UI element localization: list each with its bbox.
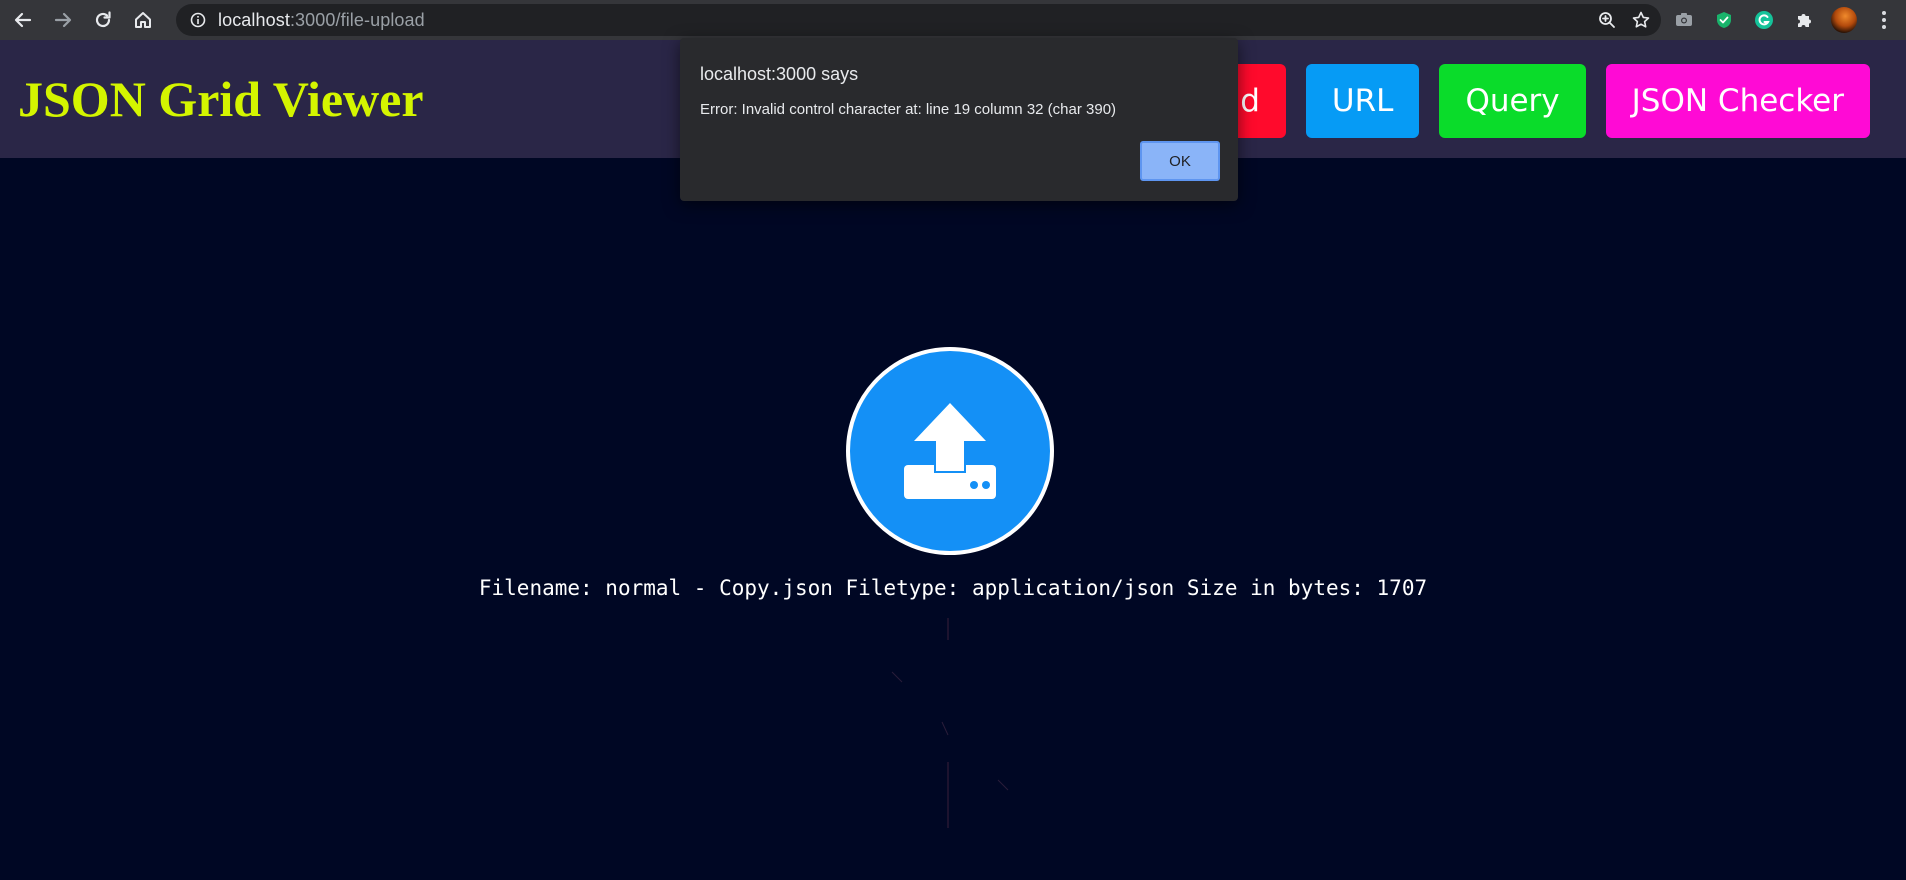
bookmark-star-icon[interactable] (1631, 10, 1651, 30)
zoom-icon[interactable] (1597, 10, 1617, 30)
profile-avatar (1831, 7, 1857, 33)
app-title: JSON Grid Viewer (18, 71, 424, 127)
reload-icon (95, 11, 111, 28)
browser-toolbar: localhost:3000/file-upload (0, 0, 1906, 40)
url-host: localhost (218, 9, 290, 30)
url-path: :3000/file-upload (289, 9, 425, 30)
shield-extension-icon[interactable] (1710, 6, 1738, 34)
menu-kebab-icon[interactable] (1870, 6, 1898, 34)
upload-button[interactable] (846, 347, 1054, 555)
camera-extension-icon[interactable] (1670, 6, 1698, 34)
dialog-title: localhost:3000 says (700, 64, 859, 84)
upload-tray-icon (904, 403, 996, 499)
alert-dialog: localhost:3000 says Error: Invalid contr… (680, 38, 1238, 201)
grammarly-extension-icon[interactable] (1750, 6, 1778, 34)
dialog-message: Error: Invalid control character at: lin… (700, 101, 1117, 118)
reload-button[interactable] (86, 3, 120, 37)
home-button[interactable] (126, 3, 160, 37)
site-info-icon[interactable] (188, 10, 208, 30)
forward-icon (54, 12, 72, 28)
dialog-ok-button[interactable]: OK (1140, 141, 1220, 181)
extensions-puzzle-icon[interactable] (1790, 6, 1818, 34)
nav-query-button[interactable]: Query (1439, 64, 1586, 138)
home-icon (135, 12, 151, 28)
address-bar[interactable]: localhost:3000/file-upload (176, 4, 1661, 36)
back-button[interactable] (6, 3, 40, 37)
nav-url-button[interactable]: URL (1305, 64, 1420, 138)
nav-json-checker-button[interactable]: JSON Checker (1605, 64, 1870, 138)
back-icon (14, 12, 32, 28)
forward-button[interactable] (46, 3, 80, 37)
loading-spinner-trace (891, 618, 1009, 828)
profile-avatar-button[interactable] (1830, 6, 1858, 34)
url-text: localhost:3000/file-upload (218, 10, 425, 31)
file-info: Filename: normal - Copy.json Filetype: a… (478, 576, 1428, 600)
